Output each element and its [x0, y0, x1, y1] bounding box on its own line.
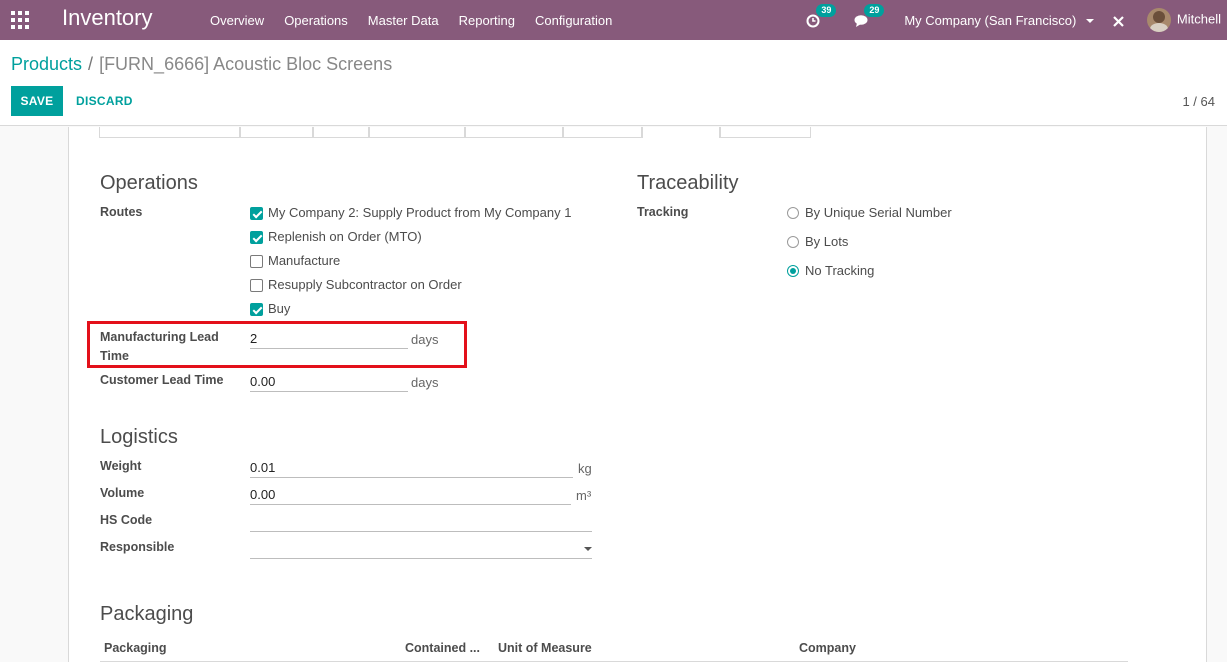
customer-lead-time-unit: days: [411, 375, 439, 390]
packaging-col-packaging[interactable]: Packaging: [104, 641, 167, 655]
logistics-section-title: Logistics: [100, 426, 178, 448]
packaging-col-contained[interactable]: Contained ...: [405, 641, 480, 655]
messages-count-badge: 29: [864, 4, 885, 18]
menu-item-overview[interactable]: Overview: [200, 13, 274, 28]
hs-code-input[interactable]: [250, 512, 592, 532]
weight-label: Weight: [100, 459, 142, 473]
user-menu[interactable]: Mitchell: [1146, 8, 1221, 32]
avatar: [1146, 8, 1171, 32]
chevron-down-icon: [584, 547, 592, 551]
company-switcher[interactable]: My Company (San Francisco): [904, 13, 1094, 28]
route-checkbox-mto[interactable]: [250, 231, 263, 244]
route-label-mto: Replenish on Order (MTO): [268, 229, 422, 244]
main-menu: Overview Operations Master Data Reportin…: [200, 0, 622, 40]
route-label-resupply: Resupply Subcontractor on Order: [268, 277, 462, 292]
traceability-section-title: Traceability: [637, 172, 739, 194]
tab-variants[interactable]: [240, 127, 313, 138]
top-navbar: Inventory Overview Operations Master Dat…: [0, 0, 1227, 40]
tracking-radio-lots[interactable]: [787, 236, 799, 248]
control-panel: Products / [FURN_6666] Acoustic Bloc Scree…: [0, 40, 1227, 126]
route-checkbox-resupply[interactable]: [250, 279, 263, 292]
user-name: Mitchell: [1176, 11, 1221, 27]
route-label-manufacture: Manufacture: [268, 253, 341, 268]
notebook-tabs: [99, 127, 811, 138]
route-checkbox-buy[interactable]: [250, 303, 263, 316]
menu-item-configuration[interactable]: Configuration: [525, 13, 622, 28]
route-label-supply-company: My Company 2: Supply Product from My Com…: [268, 205, 572, 220]
app-brand[interactable]: Inventory: [62, 5, 153, 31]
breadcrumb: Products / [FURN_6666] Acoustic Bloc Scree…: [11, 54, 392, 75]
hs-code-label: HS Code: [100, 513, 153, 527]
tracking-radio-none[interactable]: [787, 265, 799, 277]
responsible-label: Responsible: [100, 540, 175, 554]
tab-sales[interactable]: [313, 127, 369, 138]
systray: 39 29 My Company (San Francisco) Mitchel…: [806, 0, 1227, 40]
responsible-select[interactable]: [250, 539, 592, 559]
customer-lead-time-input[interactable]: 0.00: [250, 372, 408, 392]
volume-label: Volume: [100, 486, 145, 500]
tab-accounting-1[interactable]: [563, 127, 642, 138]
save-button[interactable]: SAVE: [11, 86, 63, 116]
tab-ecommerce[interactable]: [369, 127, 465, 138]
weight-unit: kg: [578, 461, 592, 476]
messages-button[interactable]: 29: [854, 4, 885, 28]
tracking-option-serial: By Unique Serial Number: [805, 205, 952, 220]
route-label-buy: Buy: [268, 301, 291, 316]
volume-unit: m³: [576, 488, 592, 503]
tab-inventory[interactable]: [642, 127, 720, 138]
tracking-radio-serial[interactable]: [787, 207, 799, 219]
breadcrumb-current: [FURN_6666] Acoustic Bloc Screens: [99, 54, 393, 74]
discard-button[interactable]: DISCARD: [68, 86, 141, 116]
weight-input[interactable]: 0.01: [250, 458, 573, 478]
company-name: My Company (San Francisco): [904, 12, 1077, 28]
tab-general-info[interactable]: [99, 127, 240, 138]
tracking-option-lots: By Lots: [805, 234, 849, 249]
chevron-down-icon: [1085, 19, 1094, 24]
close-icon: [1113, 15, 1124, 27]
pager-counter[interactable]: 1 / 64: [1182, 94, 1215, 109]
menu-item-operations[interactable]: Operations: [274, 13, 358, 28]
route-checkbox-manufacture[interactable]: [250, 255, 263, 268]
breadcrumb-products-link[interactable]: Products: [11, 54, 82, 74]
route-checkbox-supply-company[interactable]: [250, 207, 263, 220]
tab-accounting-2[interactable]: [720, 127, 811, 138]
menu-item-reporting[interactable]: Reporting: [449, 13, 525, 28]
routes-label: Routes: [100, 205, 143, 219]
apps-menu-icon[interactable]: [11, 11, 29, 29]
customer-lead-time-label: Customer Lead Time: [100, 373, 224, 387]
volume-input[interactable]: 0.00: [250, 485, 571, 505]
activity-button[interactable]: 39: [806, 4, 837, 28]
debug-tools-button[interactable]: [1112, 12, 1125, 27]
tracking-label: Tracking: [637, 205, 689, 219]
operations-section-title: Operations: [100, 172, 198, 194]
packaging-col-uom[interactable]: Unit of Measure: [498, 641, 592, 655]
tab-purchase[interactable]: [465, 127, 563, 138]
packaging-col-company[interactable]: Company: [799, 641, 856, 655]
breadcrumb-separator: /: [88, 54, 94, 74]
tracking-option-none: No Tracking: [805, 263, 875, 278]
menu-item-master-data[interactable]: Master Data: [358, 13, 449, 28]
highlight-box: [87, 321, 467, 368]
activity-count-badge: 39: [816, 4, 837, 18]
packaging-section-title: Packaging: [100, 603, 194, 625]
